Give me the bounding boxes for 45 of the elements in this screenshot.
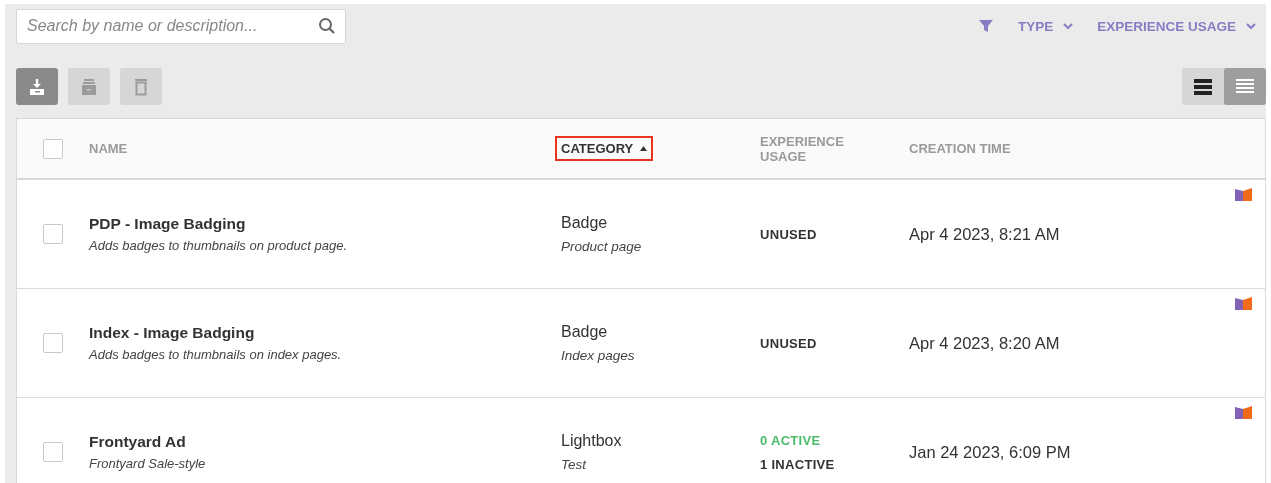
sort-up-icon bbox=[640, 146, 648, 151]
subcategory-name: Product page bbox=[561, 239, 643, 254]
brand-mark-icon bbox=[1235, 406, 1252, 419]
row-checkbox[interactable] bbox=[43, 442, 63, 462]
download-icon bbox=[28, 77, 46, 96]
filter-dropdown[interactable]: TYPE bbox=[1007, 18, 1074, 34]
brand-mark-icon bbox=[1235, 297, 1252, 310]
creation-time: Jan 24 2023, 6:09 PM bbox=[909, 442, 1072, 462]
brand-mark-icon bbox=[1235, 188, 1252, 201]
usage-status: UNUSED bbox=[760, 226, 818, 242]
creation-time: Apr 4 2023, 8:21 AM bbox=[909, 224, 1061, 244]
column-header[interactable]: NAME bbox=[83, 136, 134, 161]
column-header[interactable]: EXPERIENCE USAGE bbox=[754, 128, 854, 169]
category-name: Lightbox bbox=[561, 432, 623, 450]
item-name: Frontyard Ad bbox=[89, 433, 187, 451]
filter-icon bbox=[977, 19, 994, 33]
usage-status: UNUSED bbox=[760, 335, 818, 351]
usage-status: 0 ACTIVE bbox=[760, 432, 822, 448]
category-name: Badge bbox=[561, 214, 609, 232]
item-description: Adds badges to thumbnails on index pages. bbox=[89, 347, 343, 362]
row-checkbox[interactable] bbox=[43, 224, 63, 244]
category-name: Badge bbox=[561, 323, 609, 341]
compact-view-icon bbox=[1194, 77, 1212, 96]
view-toggle-button[interactable] bbox=[1224, 68, 1266, 105]
subcategory-name: Index pages bbox=[561, 348, 636, 363]
chevron-down-icon bbox=[1246, 22, 1256, 30]
list-view-icon bbox=[1236, 77, 1254, 96]
trash-icon bbox=[132, 77, 150, 96]
filter-dropdown[interactable]: EXPERIENCE USAGE bbox=[1087, 18, 1256, 34]
download-button[interactable] bbox=[16, 68, 58, 105]
usage-status: 1 INACTIVE bbox=[760, 456, 836, 472]
subcategory-name: Test bbox=[561, 457, 588, 472]
select-all-checkbox[interactable] bbox=[43, 138, 63, 159]
chevron-down-icon bbox=[1063, 22, 1074, 30]
column-header[interactable]: CATEGORY bbox=[555, 136, 654, 161]
creation-time: Apr 4 2023, 8:20 AM bbox=[909, 333, 1061, 353]
row-checkbox[interactable] bbox=[43, 333, 63, 353]
item-description: Adds badges to thumbnails on product page. bbox=[89, 238, 348, 253]
item-name: PDP - Image Badging bbox=[89, 215, 247, 233]
item-name: Index - Image Badging bbox=[89, 324, 256, 342]
search-field[interactable]: Search by name or description... bbox=[16, 8, 346, 44]
archive-icon bbox=[80, 77, 98, 96]
column-header[interactable]: CREATION TIME bbox=[903, 136, 1017, 161]
item-description: Frontyard Sale-style bbox=[89, 456, 207, 471]
search-icon bbox=[318, 16, 336, 35]
